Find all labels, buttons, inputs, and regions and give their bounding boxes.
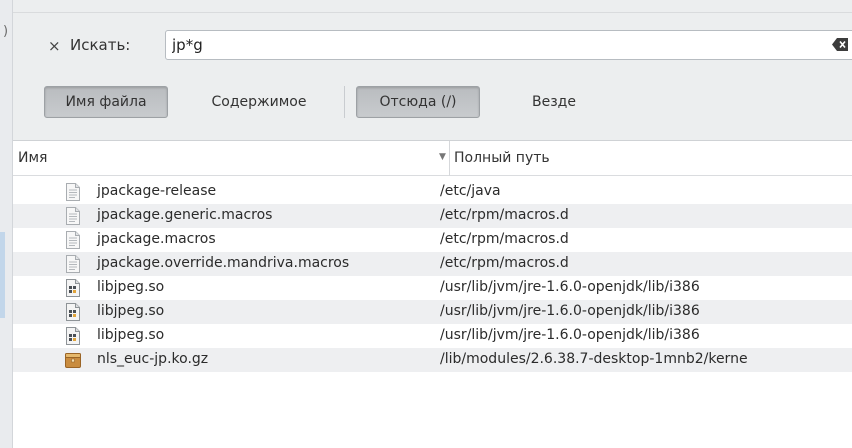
clear-search-icon[interactable] [832, 38, 848, 51]
text-file-icon [66, 183, 80, 201]
results-list: jpackage-release /etc/java jpackage.gene… [13, 180, 852, 372]
file-name: jpackage.macros [97, 231, 216, 247]
table-row[interactable]: libjpeg.so /usr/lib/jvm/jre-1.6.0-openjd… [13, 276, 852, 300]
file-path: /lib/modules/2.6.38.7-desktop-1mnb2/kern… [440, 351, 748, 367]
left-panel-edge: ) [0, 0, 13, 448]
file-name: jpackage.override.mandriva.macros [97, 255, 350, 271]
sort-down-icon[interactable]: ▼ [439, 152, 446, 162]
text-file-icon [66, 255, 80, 273]
text-file-icon [66, 207, 80, 225]
file-path: /etc/rpm/macros.d [440, 207, 569, 223]
column-divider[interactable] [449, 141, 450, 176]
table-row[interactable]: jpackage.generic.macros /etc/rpm/macros.… [13, 204, 852, 228]
file-name: libjpeg.so [97, 303, 165, 319]
shared-library-icon [66, 327, 80, 345]
file-path: /etc/java [440, 183, 501, 199]
file-name: jpackage-release [97, 183, 217, 199]
file-path: /usr/lib/jvm/jre-1.6.0-openjdk/lib/i386 [440, 327, 700, 343]
filename-button[interactable]: Имя файла [44, 86, 168, 118]
table-row[interactable]: libjpeg.so /usr/lib/jvm/jre-1.6.0-openjd… [13, 300, 852, 324]
file-path: /etc/rpm/macros.d [440, 255, 569, 271]
table-row[interactable]: jpackage.macros /etc/rpm/macros.d [13, 228, 852, 252]
close-search-icon[interactable]: × [48, 37, 61, 55]
search-label: Искать: [70, 36, 131, 54]
table-row[interactable]: jpackage-release /etc/java [13, 180, 852, 204]
file-name: libjpeg.so [97, 279, 165, 295]
here-button[interactable]: Отсюда (/) [356, 86, 480, 118]
column-header-path[interactable]: Полный путь [454, 150, 550, 166]
search-toolbar [13, 0, 852, 140]
file-name: jpackage.generic.macros [97, 207, 273, 223]
everywhere-button[interactable]: Везде [509, 86, 599, 118]
results-header: Имя ▼ Полный путь [13, 140, 852, 176]
left-panel-selection [0, 232, 5, 318]
archive-icon [65, 353, 81, 368]
file-name: nls_euc-jp.ko.gz [97, 351, 209, 367]
contents-button[interactable]: Содержимое [184, 86, 334, 118]
shared-library-icon [66, 279, 80, 297]
button-separator [344, 86, 345, 118]
table-row[interactable]: nls_euc-jp.ko.gz /lib/modules/2.6.38.7-d… [13, 348, 852, 372]
file-name: libjpeg.so [97, 327, 165, 343]
table-row[interactable]: libjpeg.so /usr/lib/jvm/jre-1.6.0-openjd… [13, 324, 852, 348]
column-header-name[interactable]: Имя [18, 150, 47, 166]
table-row[interactable]: jpackage.override.mandriva.macros /etc/r… [13, 252, 852, 276]
file-path: /etc/rpm/macros.d [440, 231, 569, 247]
file-path: /usr/lib/jvm/jre-1.6.0-openjdk/lib/i386 [440, 279, 700, 295]
shared-library-icon [66, 303, 80, 321]
toolbar-rule [13, 12, 852, 13]
file-path: /usr/lib/jvm/jre-1.6.0-openjdk/lib/i386 [440, 303, 700, 319]
text-file-icon [66, 231, 80, 249]
left-panel-glyph: ) [3, 24, 9, 39]
search-input[interactable] [165, 30, 852, 60]
